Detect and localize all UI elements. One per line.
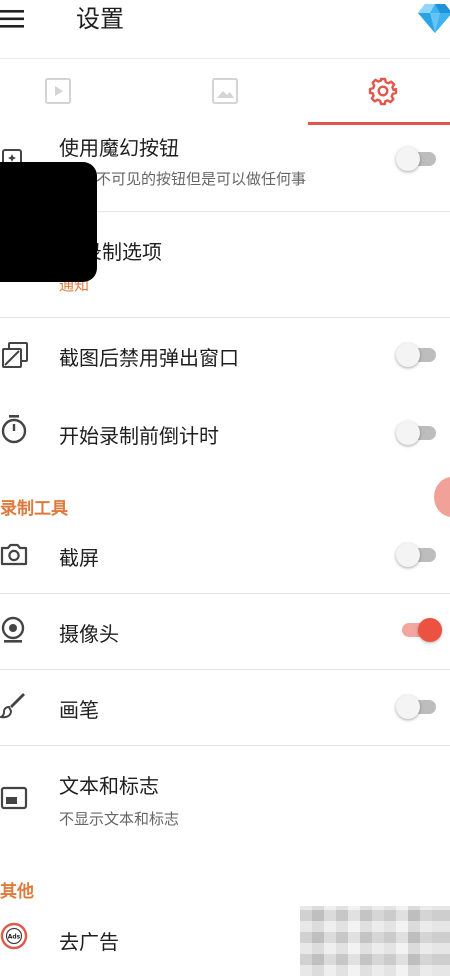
countdown-toggle[interactable] [396, 420, 438, 446]
no-ads-icon: Ads [0, 922, 28, 954]
setting-label: 开始录制前倒计时 [59, 424, 219, 448]
webcam-icon [0, 616, 26, 648]
diamond-gem-icon[interactable] [418, 2, 450, 34]
pixelated-overlay [300, 906, 450, 976]
redaction-block [0, 162, 97, 282]
screenshot-toggle[interactable] [396, 542, 438, 568]
page-title: 设置 [76, 5, 124, 33]
section-header-other: 其他 [0, 882, 34, 902]
setting-description: 不可见的按钮但是可以做任何事 [96, 170, 307, 188]
image-file-icon [212, 78, 238, 104]
setting-description: 不显示文本和标志 [59, 810, 180, 828]
tab-bar [0, 58, 450, 125]
disable-popup-toggle[interactable] [396, 342, 438, 368]
camera-toggle[interactable] [396, 617, 442, 643]
setting-text-logo[interactable]: 文本和标志 不显示文本和标志 [0, 746, 450, 846]
camera-icon [0, 542, 28, 570]
setting-countdown[interactable]: 开始录制前倒计时 [0, 394, 450, 470]
tab-settings[interactable] [308, 59, 450, 123]
tab-videos[interactable] [0, 59, 133, 123]
setting-label: 摄像头 [59, 622, 119, 646]
setting-disable-popup[interactable]: 截图后禁用弹出窗口 [0, 318, 450, 394]
setting-screenshot[interactable]: 截屏 [0, 518, 450, 594]
setting-label: 截屏 [59, 546, 99, 570]
gear-icon [368, 77, 398, 106]
floating-record-button[interactable] [434, 477, 450, 517]
setting-camera[interactable]: 摄像头 [0, 594, 450, 670]
picture-in-picture-icon [0, 786, 28, 814]
setting-label: 文本和标志 [59, 774, 159, 798]
tab-images[interactable] [150, 59, 300, 123]
settings-screen: 设置 使用魔幻按钮 不可见的按钮但是可以做任何事 录制选项 通知 截图后禁用弹出… [0, 0, 450, 976]
app-header: 设置 [0, 0, 450, 58]
video-file-icon [45, 78, 71, 104]
screenshot-popup-icon [0, 340, 30, 374]
setting-label: 去广告 [59, 930, 119, 954]
brush-icon [0, 692, 28, 724]
setting-label: 使用魔幻按钮 [59, 136, 179, 160]
hamburger-menu-icon[interactable] [0, 8, 26, 30]
setting-label: 截图后禁用弹出窗口 [59, 346, 239, 370]
setting-brush[interactable]: 画笔 [0, 670, 450, 746]
stopwatch-icon [0, 414, 28, 448]
svg-text:Ads: Ads [8, 934, 21, 941]
setting-label: 画笔 [59, 698, 99, 722]
section-header-tools: 录制工具 [0, 499, 68, 519]
brush-toggle[interactable] [396, 694, 438, 720]
magic-button-toggle[interactable] [396, 146, 438, 172]
